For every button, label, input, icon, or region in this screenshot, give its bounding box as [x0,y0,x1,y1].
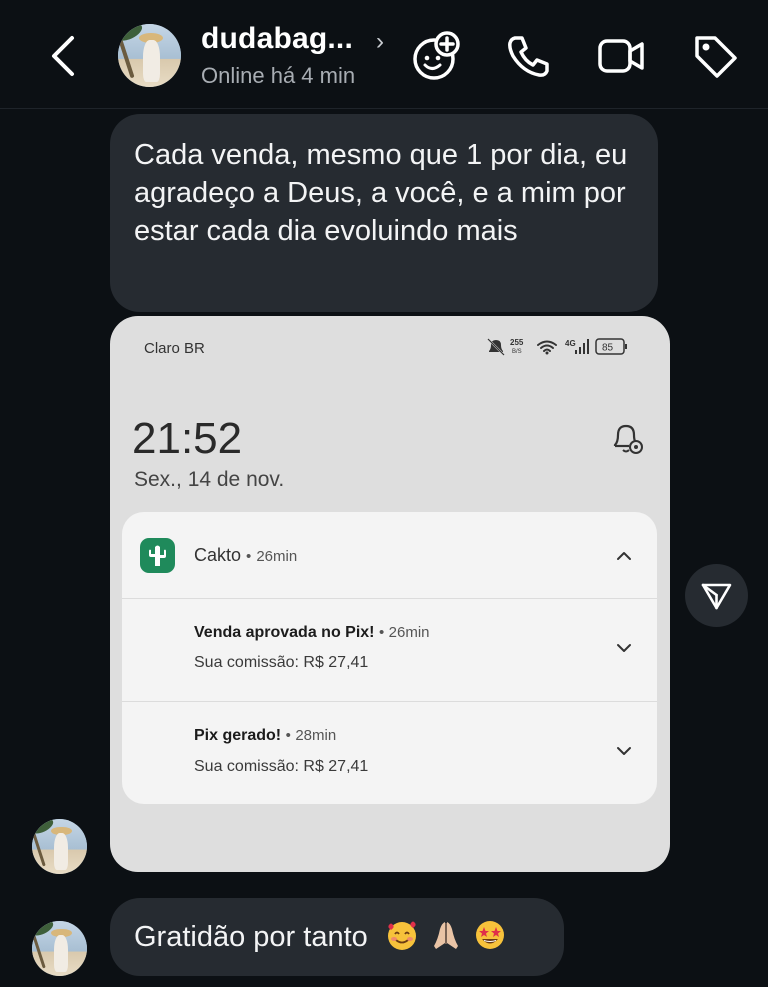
contact-avatar[interactable] [118,24,181,87]
net-speed-unit: B/S [512,349,522,355]
share-button[interactable] [685,564,748,627]
status-bar-icons: 255 B/S 4G 85 [487,338,627,356]
chevron-right-icon[interactable]: › [376,28,384,56]
lockscreen-time: 21:52 [132,414,243,463]
notification-card: Cakto • 26min Venda aprovada no Pix! • 2… [122,512,657,804]
divider [122,598,657,599]
notification-title: Venda aprovada no Pix! • 26min [194,624,430,641]
message-text: Gratidão por tanto [134,921,368,953]
notification-body: Sua comissão: R$ 27,41 [194,654,369,671]
notification-app-name: Cakto • 26min [194,545,298,565]
lockscreen-date: Sex., 14 de nov. [134,468,285,491]
shared-screenshot-image[interactable]: Claro BR 255 B/S 4G 85 21:52 Sex., 14 de… [110,316,670,872]
video-camera-icon[interactable] [596,30,648,82]
net-speed: 255 [510,338,524,347]
tag-icon[interactable] [689,30,741,82]
sticker-add-icon[interactable] [410,30,462,82]
smiling-face-with-hearts-icon [387,921,416,950]
paper-plane-icon [701,583,732,610]
network-type: 4G [565,339,576,348]
sender-avatar[interactable] [32,921,87,976]
contact-username[interactable]: dudabag... [201,22,353,56]
bell-settings-icon [613,424,643,454]
star-struck-icon [475,921,504,949]
battery-level: 85 [602,343,614,354]
chevron-down-icon[interactable] [614,741,634,761]
chevron-down-icon[interactable] [614,638,634,658]
online-status: Online há 4 min [201,63,356,88]
folded-hands-icon [433,922,458,949]
phone-icon[interactable] [503,30,555,82]
signal-icon [575,339,589,354]
bell-off-icon [487,338,505,356]
notification-body: Sua comissão: R$ 27,41 [194,758,369,775]
cakto-app-icon [140,538,175,573]
chevron-up-icon[interactable] [614,546,634,566]
app-name: Cakto [194,545,242,565]
sender-avatar[interactable] [32,819,87,874]
message-bubble[interactable]: Cada venda, mesmo que 1 por dia, eu agra… [110,114,658,312]
message-text: Cada venda, mesmo que 1 por dia, eu agra… [134,139,628,247]
back-chevron-icon[interactable] [44,30,84,82]
divider [122,701,657,702]
message-bubble[interactable]: Gratidão por tanto [110,898,564,976]
wifi-icon [537,340,557,352]
notification-title: Pix gerado! • 28min [194,727,337,744]
app-time: 26min [256,548,298,565]
carrier-label: Claro BR [144,340,205,357]
chat-header: dudabag... › Online há 4 min [0,0,768,109]
